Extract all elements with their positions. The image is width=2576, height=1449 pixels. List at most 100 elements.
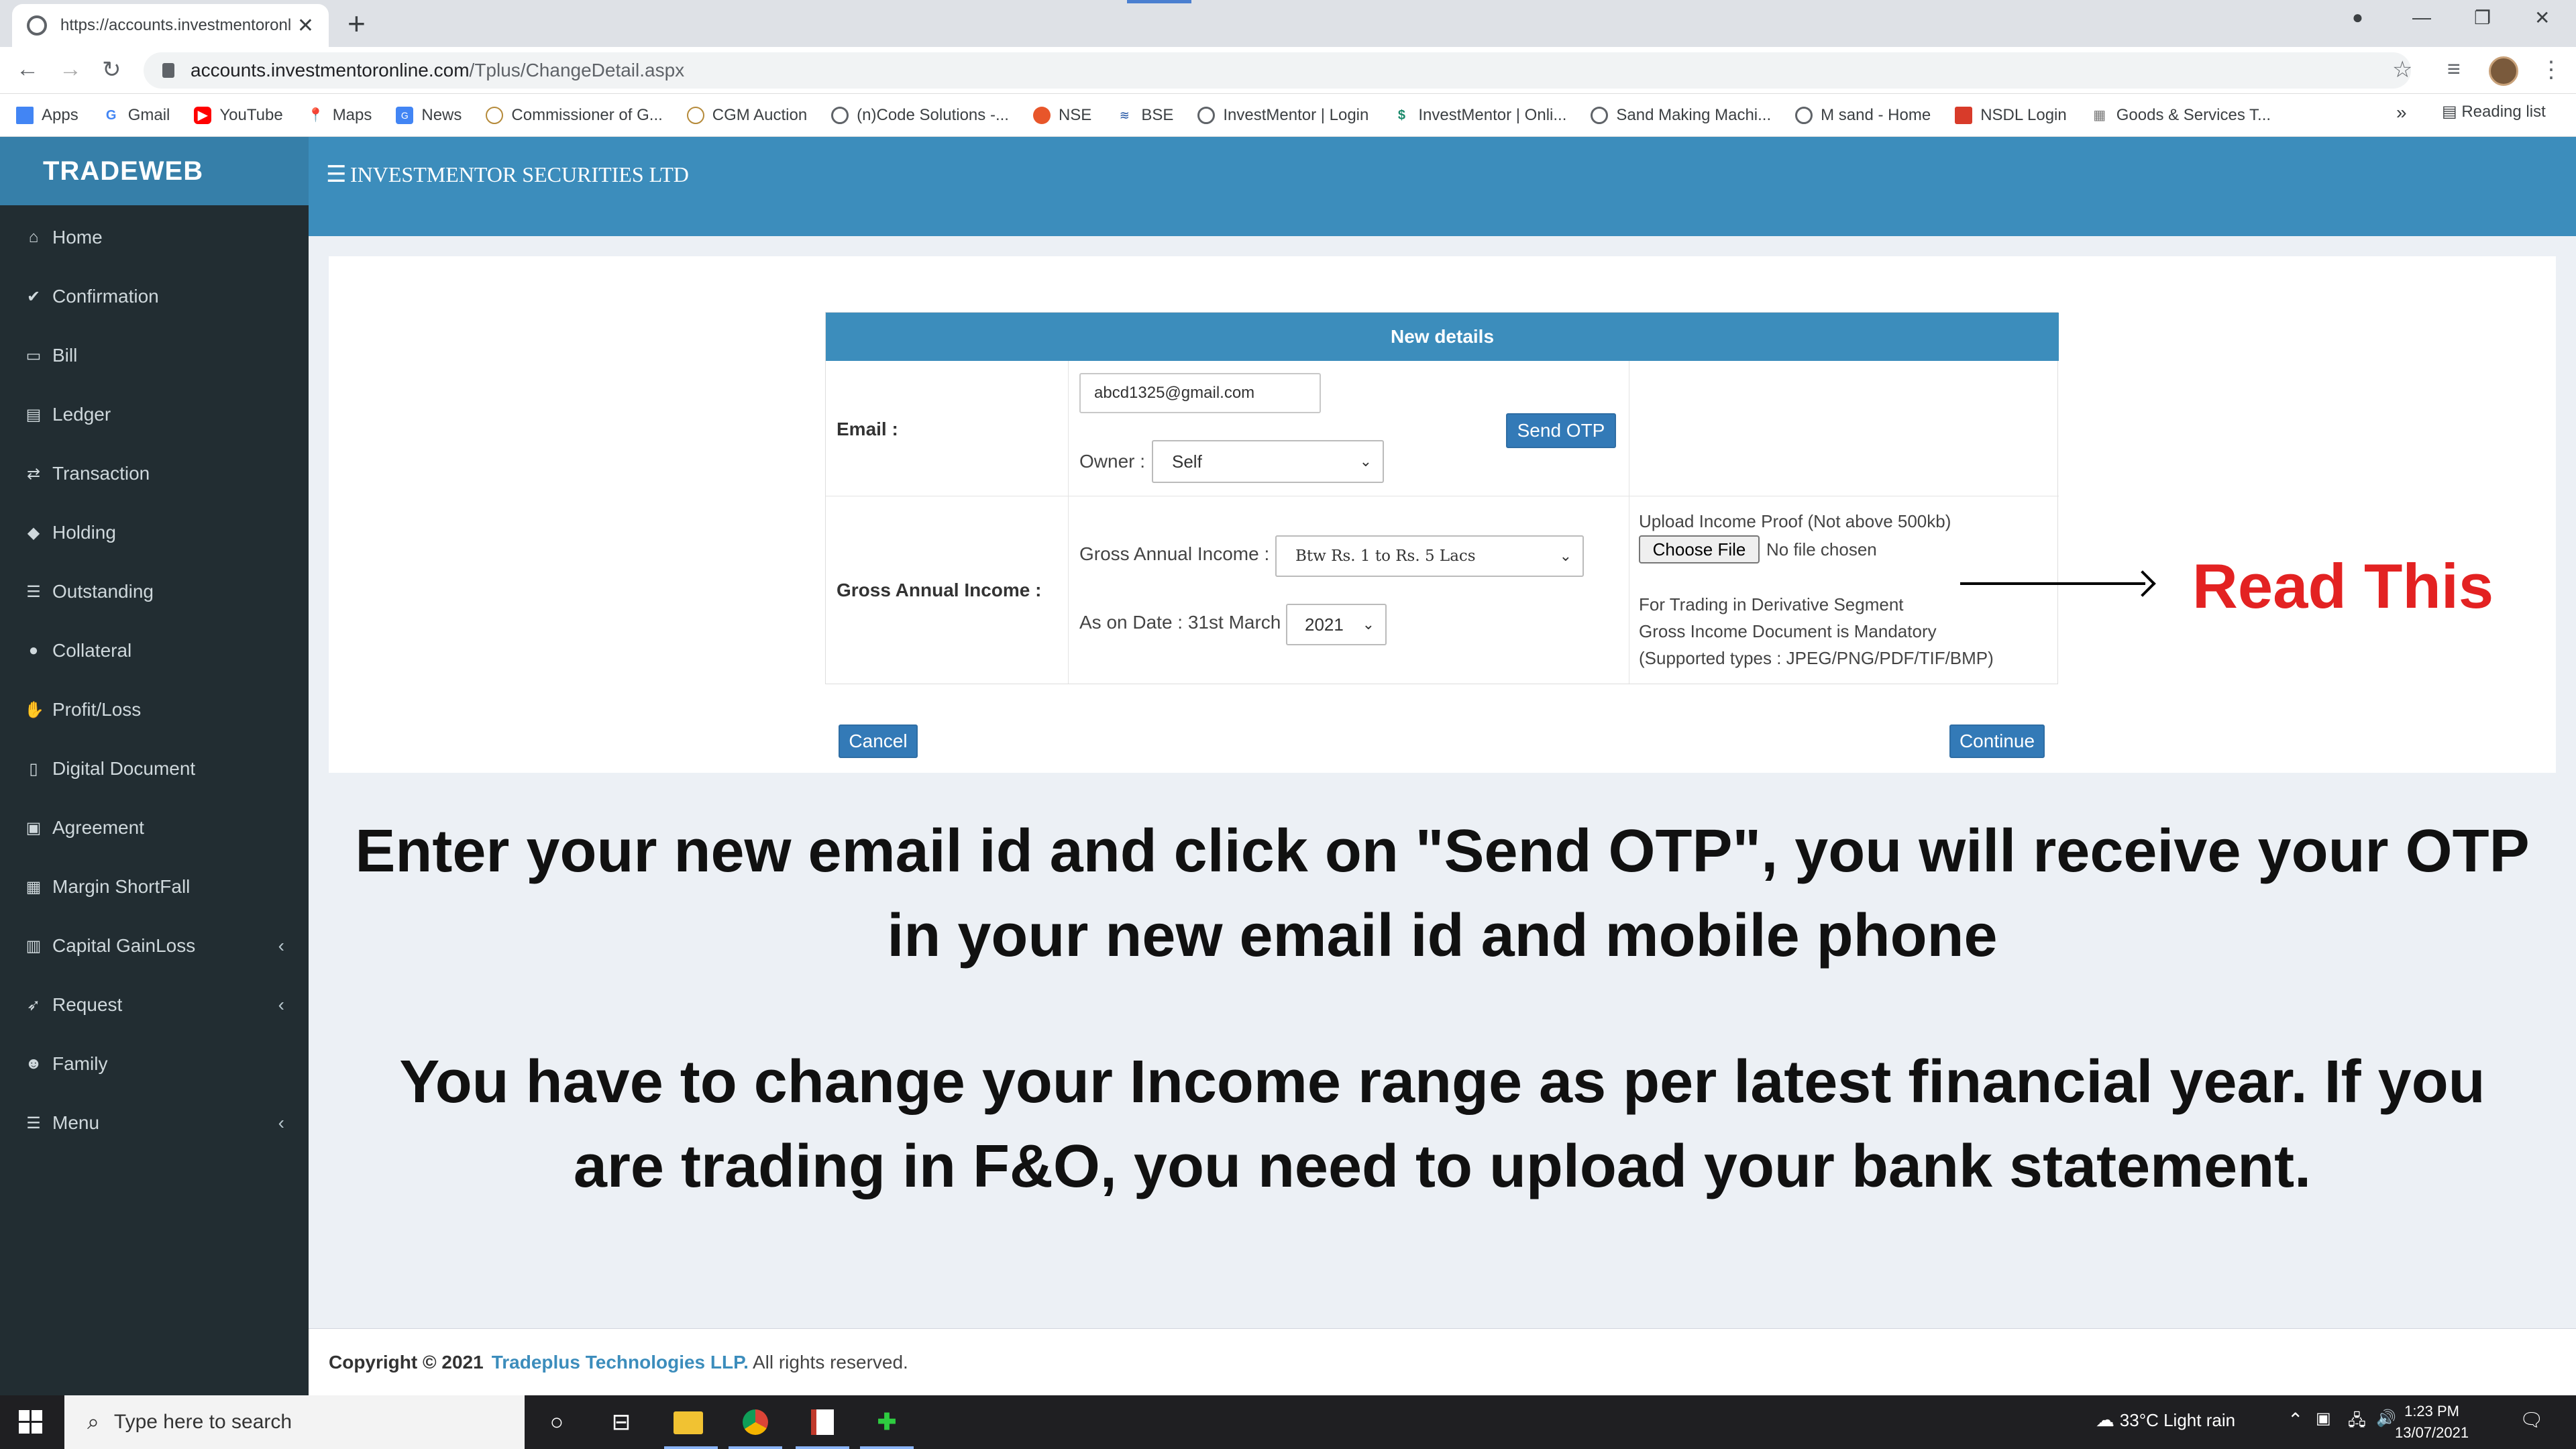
sidebar-item-outstanding[interactable]: ☰ Outstanding (0, 562, 309, 621)
cortana-icon[interactable]: ○ (542, 1407, 572, 1437)
bookmark-investmentor-login[interactable]: InvestMentor | Login (1197, 106, 1368, 125)
sidebar-item-ledger[interactable]: ▤ Ledger (0, 385, 309, 444)
supported-types-note: (Supported types : JPEG/PNG/PDF/TIF/BMP) (1639, 648, 1994, 668)
minimize-icon[interactable]: — (2412, 7, 2431, 28)
close-window-icon[interactable]: ✕ (2534, 7, 2550, 29)
pdf-icon: ▯ (29, 759, 38, 778)
sidebar-item-label: Margin ShortFall (52, 876, 191, 897)
avatar[interactable] (2489, 56, 2518, 86)
choose-file-button[interactable]: Choose File (1639, 535, 1760, 564)
comment-icon: ● (28, 641, 39, 659)
sidebar-item-digital-document[interactable]: ▯ Digital Document (0, 739, 309, 798)
bookmark-gst[interactable]: ▦ Goods & Services T... (2090, 106, 2271, 125)
pdf-editor-icon[interactable] (808, 1407, 837, 1437)
more-menu-icon[interactable]: ⋮ (2540, 56, 2563, 83)
volume-icon[interactable]: 🔊 (2376, 1409, 2396, 1428)
search-icon: ⌕ (87, 1409, 99, 1434)
year-select[interactable]: 2021 ⌄ (1286, 604, 1387, 645)
url-host: accounts.investmentoronline.com (191, 60, 470, 80)
bookmark-commissioner[interactable]: Commissioner of G... (486, 106, 663, 125)
derivative-note: For Trading in Derivative Segment (1639, 594, 1904, 614)
reload-icon[interactable]: ↻ (102, 56, 121, 83)
task-view-icon[interactable]: ⊟ (606, 1407, 636, 1437)
sidebar-item-family[interactable]: ☻ Family (0, 1034, 309, 1093)
file-explorer-icon[interactable] (674, 1411, 703, 1434)
book-icon: ▦ (25, 877, 42, 896)
sidebar-item-confirmation[interactable]: ✔ Confirmation (0, 267, 309, 326)
show-hidden-icons-icon[interactable]: ⌃ (2288, 1409, 2303, 1431)
continue-button[interactable]: Continue (1949, 724, 2045, 758)
sidebar-item-home[interactable]: ⌂ Home (0, 208, 309, 267)
media-control-icon[interactable]: ≡ (2447, 56, 2461, 83)
hamburger-icon[interactable]: ☰ (326, 161, 346, 188)
sidebar-item-bill[interactable]: ▭ Bill (0, 326, 309, 385)
sidebar-item-margin-shortfall[interactable]: ▦ Margin ShortFall (0, 857, 309, 916)
cancel-button[interactable]: Cancel (839, 724, 918, 758)
instruction-line-3: You have to change your Income range as … (399, 1049, 2485, 1116)
reading-list-button[interactable]: ▤ Reading list (2442, 102, 2546, 121)
owner-select[interactable]: Self ⌄ (1152, 440, 1384, 483)
gross-income-select[interactable]: Btw Rs. 1 to Rs. 5 Lacs ⌄ (1275, 535, 1584, 577)
new-tab-icon[interactable]: + (347, 5, 366, 42)
taskbar-search-input[interactable]: ⌕ Type here to search (64, 1395, 525, 1449)
chevron-left-icon[interactable]: ‹ (278, 935, 284, 957)
chevron-left-icon[interactable]: ‹ (278, 1112, 284, 1134)
send-otp-button[interactable]: Send OTP (1506, 413, 1616, 448)
sidebar-item-label: Digital Document (52, 758, 196, 779)
sidebar-item-menu[interactable]: ☰ Menu ‹ (0, 1093, 309, 1152)
forward-icon[interactable]: → (59, 56, 82, 83)
bookmark-cgm-auction[interactable]: CGM Auction (686, 106, 807, 125)
bookmark-youtube[interactable]: ▶ YouTube (194, 106, 283, 125)
bookmarks-bar: Apps G Gmail ▶ YouTube 📍 Maps G News Commiss… (0, 94, 2576, 137)
bookmark-sand-making[interactable]: Sand Making Machi... (1591, 106, 1771, 125)
page-footer: Copyright © 2021 Tradeplus Technologies … (309, 1328, 2576, 1395)
tally-app-icon[interactable]: ✚ (872, 1407, 902, 1437)
sidebar-item-capital-gainloss[interactable]: ▥ Capital GainLoss ‹ (0, 916, 309, 975)
bookmark-nsdl[interactable]: NSDL Login (1955, 106, 2067, 125)
check-circle-icon: ✔ (26, 287, 41, 306)
tray-app-icon[interactable]: ▣ (2316, 1409, 2331, 1428)
browser-tab[interactable]: https://accounts.investmentoronl ✕ (12, 4, 329, 47)
url-field[interactable]: accounts.investmentoronline.com/Tplus/Ch… (144, 52, 2411, 89)
sidebar-item-request[interactable]: ➶ Request ‹ (0, 975, 309, 1034)
profile-menu-icon[interactable]: ● (2352, 7, 2363, 28)
back-icon[interactable]: ← (16, 56, 39, 83)
bookmark-bse[interactable]: ≋ BSE (1116, 106, 1173, 125)
sidebar-item-transaction[interactable]: ⇄ Transaction (0, 444, 309, 503)
loading-indicator (1127, 0, 1191, 3)
network-icon[interactable]: 🖧 (2348, 1409, 2366, 1436)
weather-widget[interactable]: ☁ 33°C Light rain (2096, 1409, 2235, 1431)
restore-icon[interactable]: ❐ (2474, 7, 2491, 29)
bookmark-m-sand[interactable]: M sand - Home (1795, 106, 1931, 125)
company-link[interactable]: Tradeplus Technologies LLP. (492, 1352, 749, 1373)
tab-title: https://accounts.investmentoronl (60, 16, 292, 34)
windows-start-icon[interactable] (19, 1410, 43, 1434)
sidebar-item-holding[interactable]: ◆ Holding (0, 503, 309, 562)
chrome-icon[interactable] (741, 1407, 770, 1437)
sidebar-item-label: Confirmation (52, 286, 159, 307)
sidebar-item-agreement[interactable]: ▣ Agreement (0, 798, 309, 857)
sidebar-item-collateral[interactable]: ● Collateral (0, 621, 309, 680)
bookmark-gmail[interactable]: G Gmail (102, 106, 170, 125)
brand-logo[interactable]: TRADEWEB (43, 156, 203, 186)
lock-icon (162, 63, 174, 78)
notifications-icon[interactable]: 🗨 (2520, 1409, 2544, 1431)
bse-icon: ≋ (1116, 106, 1134, 124)
globe-icon (27, 15, 47, 36)
bookmark-apps[interactable]: Apps (16, 106, 78, 125)
chevron-left-icon[interactable]: ‹ (278, 994, 284, 1016)
bookmark-ncode[interactable]: (n)Code Solutions -... (831, 106, 1009, 125)
sidebar-item-profit-loss[interactable]: ✋ Profit/Loss (0, 680, 309, 739)
sidebar-item-label: Family (52, 1053, 108, 1074)
clock[interactable]: 1:23 PM 13/07/2021 (2395, 1401, 2469, 1444)
bookmark-maps[interactable]: 📍 Maps (307, 106, 372, 125)
bookmark-star-icon[interactable]: ☆ (2392, 56, 2412, 83)
bookmark-nse[interactable]: NSE (1032, 106, 1091, 125)
chevron-down-icon: ⌄ (1362, 616, 1375, 633)
bookmarks-overflow-icon[interactable]: » (2396, 102, 2407, 123)
close-tab-icon[interactable]: ✕ (297, 14, 314, 38)
list-icon: ☰ (26, 1114, 41, 1132)
bookmark-news[interactable]: G News (396, 106, 462, 125)
email-field[interactable]: abcd1325@gmail.com (1079, 373, 1321, 413)
bookmark-investmentor-online[interactable]: $ InvestMentor | Onli... (1393, 106, 1566, 125)
